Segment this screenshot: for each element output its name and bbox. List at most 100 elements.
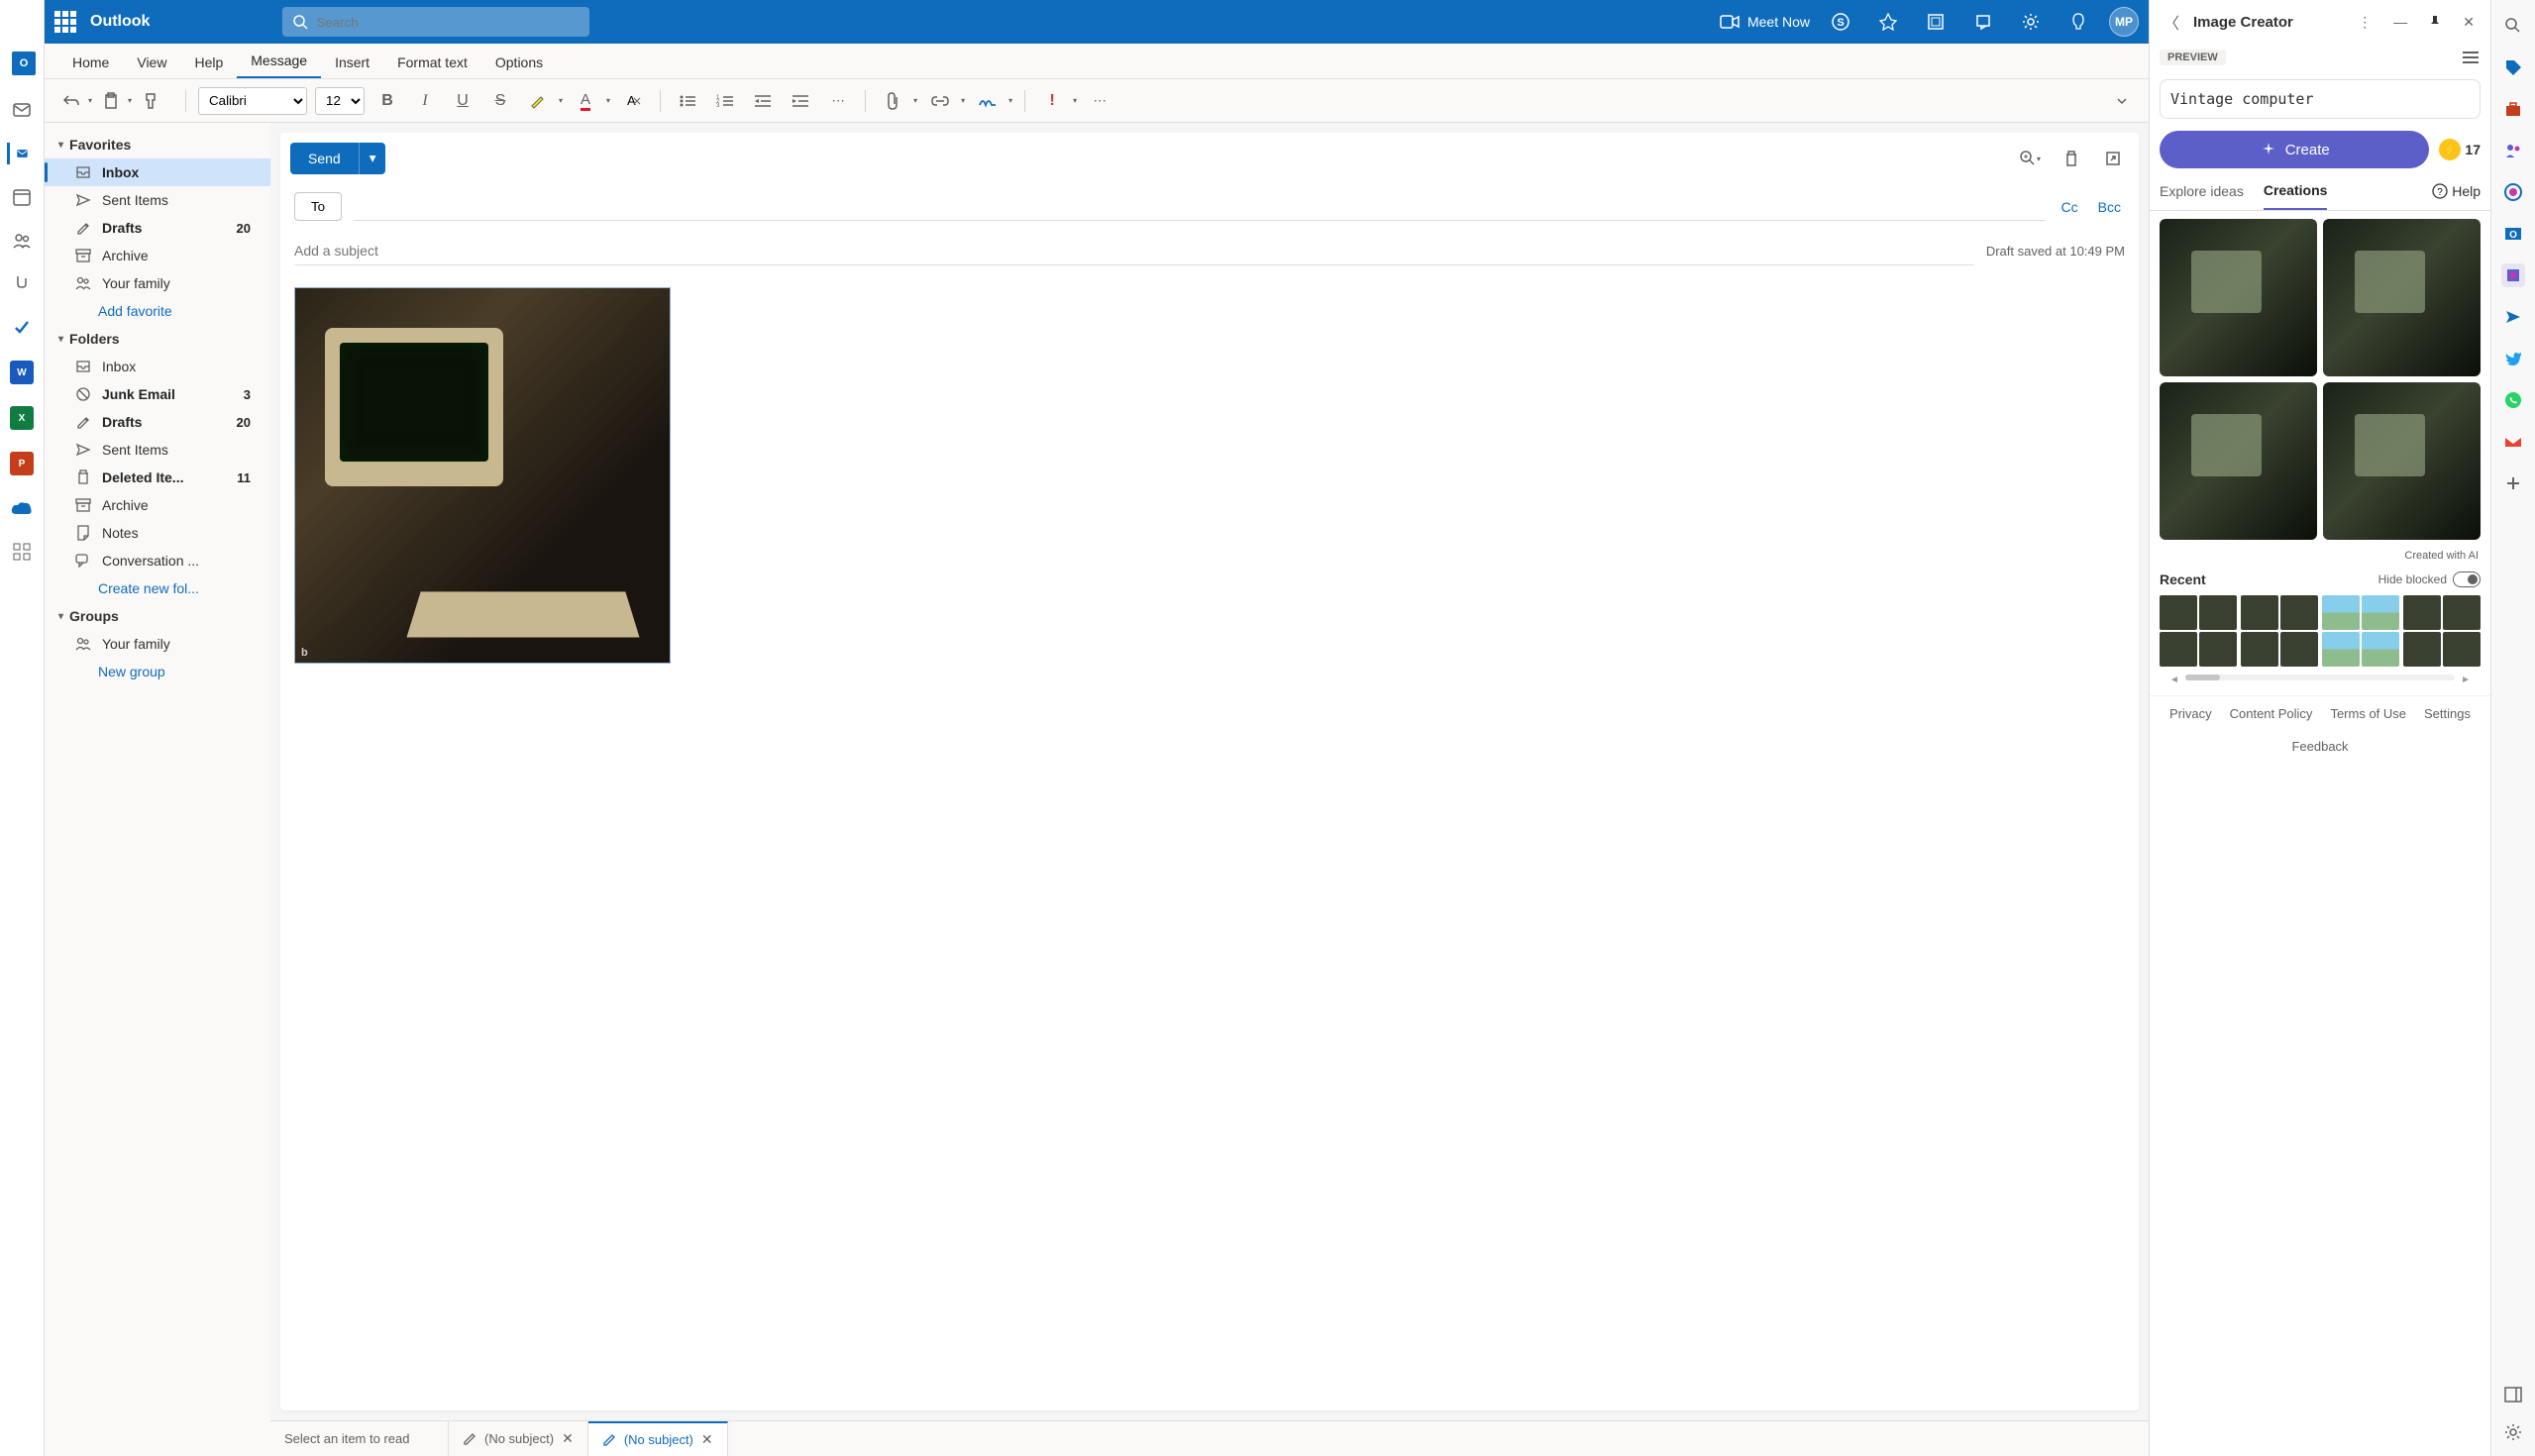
- tab-format-text[interactable]: Format text: [383, 47, 481, 78]
- importance-button[interactable]: !: [1037, 86, 1067, 116]
- chevron-down-icon[interactable]: ▾: [128, 96, 132, 105]
- folder-deleted-ite-[interactable]: Deleted Ite...11: [45, 464, 270, 491]
- format-painter-button[interactable]: [136, 86, 165, 116]
- more-para-button[interactable]: ⋯: [823, 86, 853, 116]
- bcc-button[interactable]: Bcc: [2094, 199, 2125, 215]
- result-thumb-3[interactable]: [2160, 382, 2317, 540]
- attach-button[interactable]: [878, 86, 907, 116]
- draft-tab-1[interactable]: (No subject) ✕: [449, 1421, 588, 1456]
- folder-archive[interactable]: Archive: [45, 242, 270, 269]
- highlight-button[interactable]: [523, 86, 553, 116]
- avatar[interactable]: MP: [2109, 7, 2139, 37]
- terms-link[interactable]: Terms of Use: [2330, 706, 2406, 721]
- folder-sent-items[interactable]: Sent Items: [45, 436, 270, 464]
- chevron-down-icon[interactable]: ▾: [913, 96, 917, 105]
- to-input[interactable]: [354, 193, 2045, 221]
- chevron-down-icon[interactable]: ▾: [1008, 96, 1012, 105]
- tag-rail-icon[interactable]: [2501, 55, 2525, 79]
- people-rail-icon[interactable]: [11, 230, 33, 252]
- reading-pane-tab[interactable]: Select an item to read: [270, 1421, 449, 1456]
- todo-rail-icon[interactable]: [11, 317, 33, 339]
- send-rail-icon[interactable]: [2501, 305, 2525, 329]
- premium-icon[interactable]: [1871, 5, 1905, 39]
- to-button[interactable]: To: [294, 192, 342, 221]
- folder-archive[interactable]: Archive: [45, 491, 270, 519]
- search-input[interactable]: [316, 15, 580, 30]
- briefcase-rail-icon[interactable]: [2501, 97, 2525, 121]
- menu-icon[interactable]: [2461, 51, 2481, 64]
- folders-header[interactable]: ▾Folders: [45, 325, 270, 353]
- favorites-header[interactable]: ▾Favorites: [45, 131, 270, 158]
- recent-set-4[interactable]: [2403, 595, 2481, 667]
- folder-drafts[interactable]: Drafts20: [45, 214, 270, 242]
- font-name-select[interactable]: Calibri: [198, 87, 307, 115]
- settings-rail-icon[interactable]: [2501, 1420, 2525, 1444]
- gmail-rail-icon[interactable]: [2501, 430, 2525, 454]
- bulb-icon[interactable]: [2061, 5, 2095, 39]
- creations-tab[interactable]: Creations: [2264, 182, 2328, 210]
- privacy-link[interactable]: Privacy: [2169, 706, 2212, 721]
- subject-input[interactable]: [294, 237, 1974, 265]
- back-button[interactable]: 〈: [2160, 6, 2183, 38]
- result-thumb-2[interactable]: [2323, 219, 2481, 376]
- outlook-rail-icon[interactable]: O: [2501, 222, 2525, 246]
- excel-rail-icon[interactable]: X: [10, 406, 34, 430]
- folder-notes[interactable]: Notes: [45, 519, 270, 547]
- underline-button[interactable]: U: [448, 86, 477, 116]
- folder-inbox[interactable]: Inbox: [45, 353, 270, 380]
- close-panel-icon[interactable]: ✕: [2457, 10, 2481, 35]
- minimize-icon[interactable]: —: [2387, 10, 2413, 34]
- folder-sent-items[interactable]: Sent Items: [45, 186, 270, 214]
- mail-rail-icon[interactable]: [11, 99, 33, 121]
- boost-count[interactable]: ⚡ 17: [2439, 139, 2481, 160]
- groups-header[interactable]: ▾Groups: [45, 602, 270, 630]
- recent-set-3[interactable]: [2322, 595, 2399, 667]
- folder-your-family[interactable]: Your family: [45, 269, 270, 297]
- bullets-button[interactable]: [673, 86, 702, 116]
- collapse-ribbon-button[interactable]: [2107, 86, 2137, 116]
- scroll-left-icon[interactable]: ◄: [2169, 675, 2179, 685]
- chevron-down-icon[interactable]: ▾: [961, 96, 965, 105]
- discard-button[interactable]: [2056, 143, 2087, 174]
- more-toolbar-button[interactable]: ⋯: [1085, 86, 1114, 116]
- add-favorite-link[interactable]: Add favorite: [45, 297, 270, 325]
- designer-rail-icon[interactable]: [2501, 263, 2525, 287]
- folder-conversation-[interactable]: Conversation ...: [45, 547, 270, 574]
- feedback-link[interactable]: Feedback: [2291, 739, 2348, 754]
- hide-blocked-toggle[interactable]: Hide blocked: [2378, 572, 2481, 587]
- italic-button[interactable]: I: [410, 86, 440, 116]
- folder-your-family[interactable]: Your family: [45, 630, 270, 658]
- close-tab-2[interactable]: ✕: [701, 1431, 713, 1448]
- add-rail-icon[interactable]: [2501, 471, 2525, 495]
- chevron-down-icon[interactable]: ▾: [559, 96, 563, 105]
- zoom-button[interactable]: ▾: [2014, 143, 2046, 174]
- apps-rail-icon[interactable]: [11, 541, 33, 563]
- skype-icon[interactable]: S: [1824, 5, 1857, 39]
- popout-button[interactable]: [2097, 143, 2129, 174]
- chevron-down-icon[interactable]: ▾: [606, 96, 610, 105]
- folder-junk-email[interactable]: Junk Email3: [45, 380, 270, 408]
- outdent-button[interactable]: [748, 86, 778, 116]
- scroll-right-icon[interactable]: ►: [2461, 675, 2471, 685]
- toggle-switch[interactable]: [2453, 572, 2481, 587]
- more-options-icon[interactable]: ⋮: [2352, 10, 2377, 35]
- tips-icon[interactable]: [1966, 5, 2000, 39]
- send-button[interactable]: Send: [290, 143, 359, 174]
- app-launcher-icon[interactable]: [54, 11, 76, 33]
- indent-button[interactable]: [786, 86, 815, 116]
- close-tab-1[interactable]: ✕: [562, 1430, 574, 1447]
- draft-tab-2[interactable]: (No subject) ✕: [588, 1421, 728, 1456]
- side-panel-toggle-icon[interactable]: [2501, 1383, 2525, 1406]
- prompt-input[interactable]: Vintage computer: [2160, 79, 2481, 119]
- onenote-icon[interactable]: [1919, 5, 1953, 39]
- tab-home[interactable]: Home: [58, 47, 123, 78]
- link-button[interactable]: [925, 86, 955, 116]
- mail-active-icon[interactable]: [7, 143, 29, 164]
- copilot-rail-icon[interactable]: [2501, 180, 2525, 204]
- cc-button[interactable]: Cc: [2058, 199, 2082, 215]
- result-thumb-4[interactable]: [2323, 382, 2481, 540]
- numbering-button[interactable]: 123: [710, 86, 740, 116]
- search-rail-icon[interactable]: [2501, 14, 2525, 38]
- result-thumb-1[interactable]: [2160, 219, 2317, 376]
- inserted-image[interactable]: b: [294, 287, 671, 664]
